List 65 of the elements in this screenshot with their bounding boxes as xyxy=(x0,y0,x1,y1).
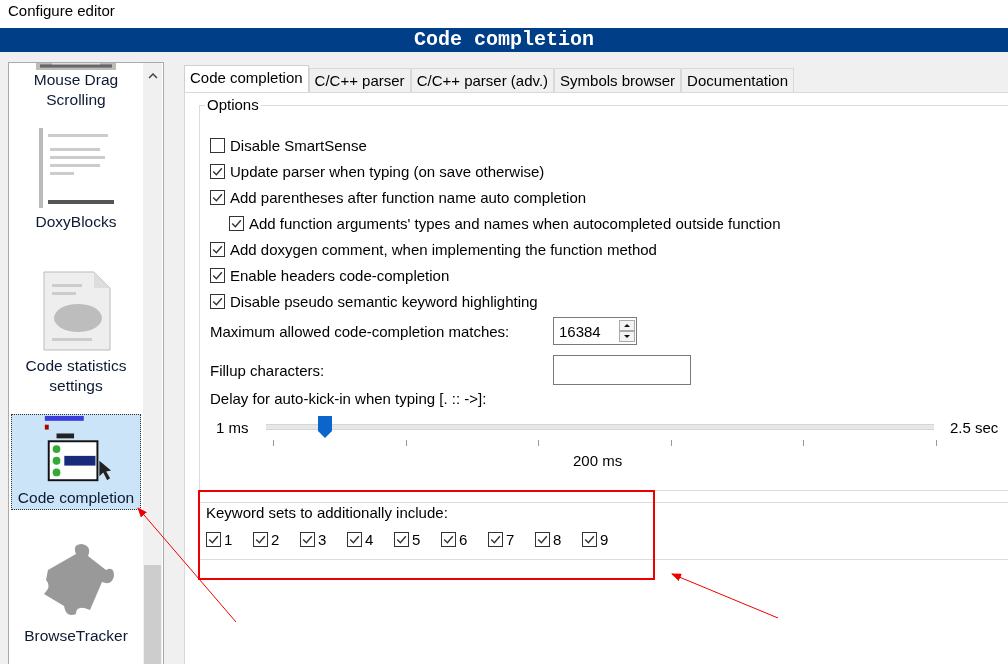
tab[interactable]: Documentation xyxy=(681,68,794,92)
tab[interactable]: Symbols browser xyxy=(554,68,682,92)
checkbox[interactable] xyxy=(253,532,268,547)
spin-field[interactable]: 16384 xyxy=(553,317,637,345)
checkbox[interactable] xyxy=(210,293,225,309)
checkbox-label: 7 xyxy=(506,531,515,548)
group-title: Keyword sets to additionally include: xyxy=(206,503,449,523)
input-field[interactable] xyxy=(553,355,691,385)
checkbox-label: Enable headers code-completion xyxy=(230,266,450,284)
scroll-thumb[interactable] xyxy=(144,564,161,664)
window-title: Configure editor xyxy=(0,0,1008,28)
checkbox[interactable] xyxy=(229,215,244,231)
checkbox[interactable] xyxy=(394,532,409,547)
checkbox-label: 1 xyxy=(224,531,233,548)
checkbox[interactable] xyxy=(347,532,362,547)
checkbox[interactable] xyxy=(210,189,225,205)
checkbox-label: Disable pseudo semantic keyword highlighting xyxy=(230,292,538,310)
sidebar-item[interactable]: Code statistics settings xyxy=(11,240,141,404)
checkbox[interactable] xyxy=(210,241,225,257)
sidebar-label: Code statistics settings xyxy=(24,356,128,396)
checkbox-label: 3 xyxy=(318,531,327,548)
sidebar-label: Mouse Drag Scrolling xyxy=(32,70,120,110)
checkbox-label: 9 xyxy=(600,531,609,548)
sidebar-label: Code completion xyxy=(17,488,135,508)
checkbox-label: Update parser when typing (on save otherwise) xyxy=(230,162,545,180)
checkbox-label: 8 xyxy=(553,531,562,548)
tab[interactable]: C/C++ parser (adv.) xyxy=(410,68,555,92)
slider-max-label: 2.5 sec xyxy=(950,418,999,436)
checkbox-label: 5 xyxy=(412,531,421,548)
checkbox[interactable] xyxy=(488,532,503,547)
sidebar-item[interactable]: DoxyBlocks xyxy=(11,118,141,240)
slider-thumb[interactable] xyxy=(317,416,332,438)
checkbox-label: Add function arguments' types and names when autocompleted outside function xyxy=(249,214,781,232)
checkbox[interactable] xyxy=(300,532,315,547)
checkbox-label: 4 xyxy=(365,531,374,548)
checkbox[interactable] xyxy=(210,137,225,153)
field-label: Maximum allowed code-completion matches: xyxy=(210,322,511,340)
tab[interactable]: Code completion xyxy=(184,65,309,92)
checkbox-label: Add doxygen comment, when implementing the function method xyxy=(230,240,657,258)
scrollbar[interactable] xyxy=(143,63,162,664)
checkbox-label: 6 xyxy=(459,531,468,548)
spin-down-icon[interactable] xyxy=(619,331,635,342)
checkbox-label: 2 xyxy=(271,531,280,548)
checkbox-label: Disable SmartSense xyxy=(230,136,367,154)
sidebar-item[interactable]: Mouse Drag Scrolling xyxy=(11,63,141,118)
checkbox[interactable] xyxy=(210,163,225,179)
sidebar-label: BrowseTracker xyxy=(24,626,128,646)
checkbox[interactable] xyxy=(210,267,225,283)
tab[interactable]: C/C++ parser xyxy=(308,68,411,92)
scroll-up-icon[interactable] xyxy=(147,73,158,79)
header-title: Code completion xyxy=(414,28,594,51)
sidebar-item[interactable]: Code completion xyxy=(11,414,141,510)
checkbox[interactable] xyxy=(206,532,221,547)
sidebar-label: DoxyBlocks xyxy=(35,212,117,232)
checkbox[interactable] xyxy=(535,532,550,547)
spin-up-icon[interactable] xyxy=(619,320,635,331)
checkbox[interactable] xyxy=(582,532,597,547)
sidebar-item[interactable]: BrowseTracker xyxy=(11,510,141,654)
group-title: Options xyxy=(205,96,261,113)
field-label: Fillup characters: xyxy=(210,361,326,379)
checkbox-label: Add parentheses after function name auto completion xyxy=(230,188,587,206)
field-label: Delay for auto-kick-in when typing [. :: ->]: xyxy=(210,390,488,409)
checkbox[interactable] xyxy=(441,532,456,547)
slider-min-label: 1 ms xyxy=(215,418,250,436)
slider-value: 200 ms xyxy=(573,452,623,469)
